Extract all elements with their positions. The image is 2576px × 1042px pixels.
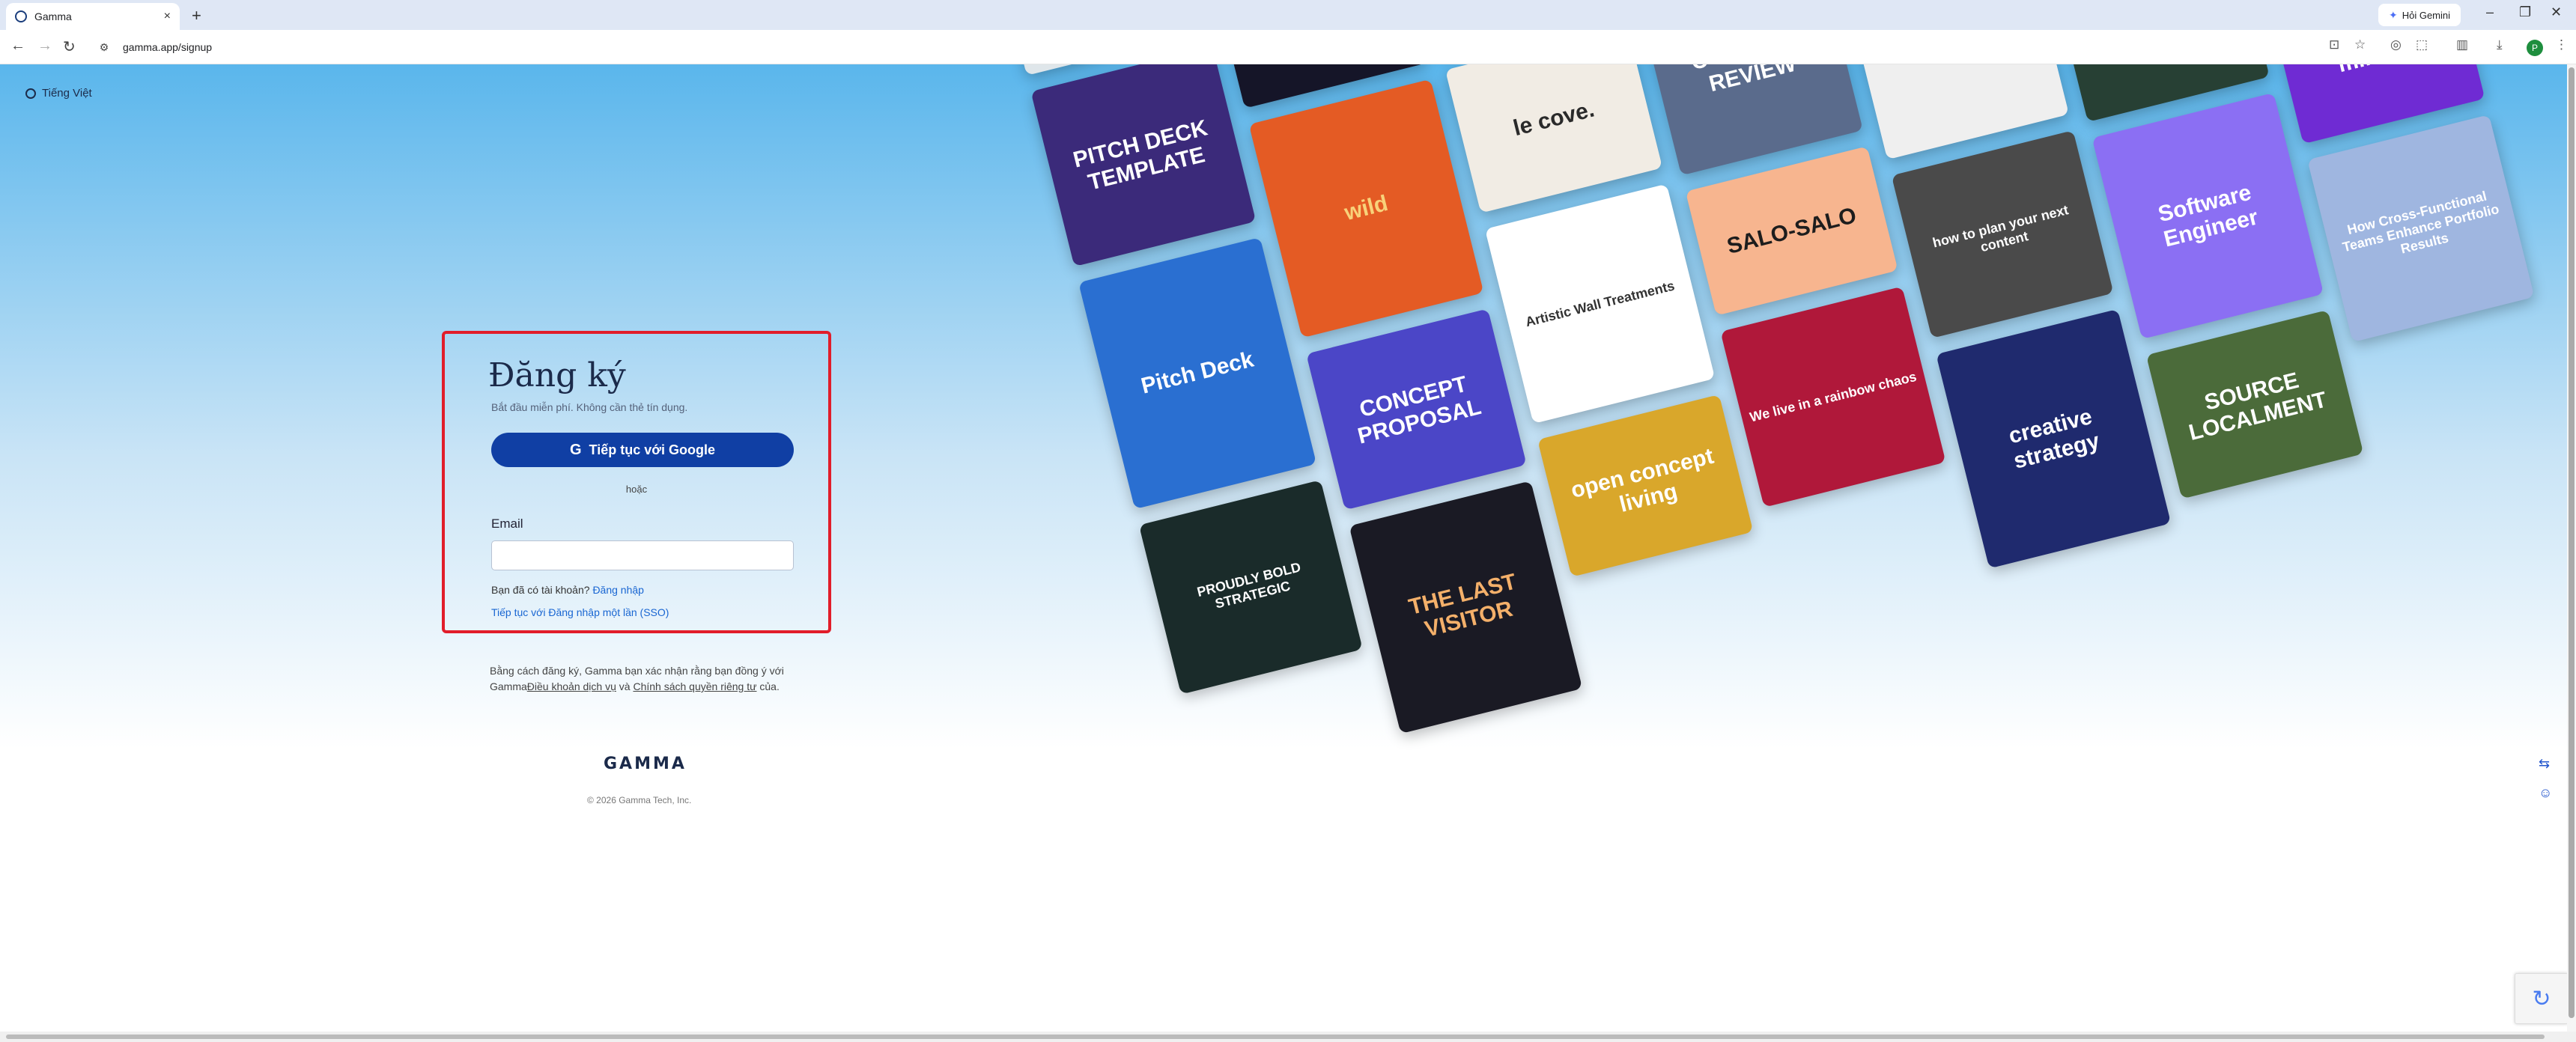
template-card: Pitch Deck [1078,237,1317,510]
address-bar[interactable]: ⚙ gamma.app/signup [88,34,2320,60]
email-label: Email [491,517,523,531]
install-app-icon[interactable]: ⊡ [2329,37,2339,52]
template-card: le cove. [1445,64,1663,213]
or-divider: hoặc [625,484,648,495]
page-subtitle: Bắt đầu miễn phí. Không cần thẻ tín dụng… [491,401,688,413]
have-account-text: Bạn đã có tài khoản? [491,584,590,596]
template-card: PROUDLY BOLD STRATEGIC [1138,480,1363,695]
browser-tab[interactable]: Gamma × [6,3,180,30]
recaptcha-badge[interactable]: ↻ [2515,973,2569,1024]
template-card-title: Artistic Wall Treatments [1523,277,1677,329]
template-card: SOURCE LOCALMENT [2145,309,2364,499]
vertical-scroll-thumb[interactable] [2569,67,2575,1018]
login-prompt: Bạn đã có tài khoản? Đăng nhập [491,584,644,596]
gamma-favicon-icon [15,10,27,22]
camera-icon[interactable]: ◎ [2390,37,2402,52]
terms-suffix: của. [759,680,780,692]
close-tab-icon[interactable]: × [164,10,171,23]
template-card: creative strategy [1936,308,2172,569]
template-card-title: CURATED COMFORT [1861,64,2041,73]
bookmark-star-icon[interactable]: ☆ [2354,37,2366,52]
browser-toolbar: ← → ↻ ⚙ gamma.app/signup ⊡ ☆ ◎ ⬚ ▥ ⤓ P ⋮ [0,30,2576,64]
horizontal-scroll-thumb[interactable] [6,1035,2545,1039]
download-icon[interactable]: ⤓ [2497,37,2503,52]
browser-tabbar: Gamma × + ✦ Hỏi Gemini – ❐ ✕ [0,0,2576,30]
template-card-title: mindful [2336,64,2420,78]
signup-page: Tiếng Việt 3D MODELINGINSIDEdesign brief… [0,64,2576,1042]
template-card: THE LAST VISITOR [1349,481,1583,734]
profile-avatar[interactable]: P [2527,40,2543,56]
minimize-icon[interactable]: – [2486,4,2494,20]
globe-icon [25,88,36,99]
tab-title: Gamma [34,10,72,22]
template-card-title: le cove. [1510,97,1597,141]
template-card-title: We live in a rainbow chaos [1748,368,1919,425]
template-card-title: creative strategy [2005,403,2102,474]
extensions-icon[interactable]: ⬚ [2416,37,2428,52]
url-text: gamma.app/signup [123,41,213,53]
template-card-title: How Cross-Functional Teams Enhance Portf… [2341,188,2501,257]
menu-kebab-icon[interactable]: ⋮ [2555,37,2568,52]
maximize-icon[interactable]: ❐ [2519,4,2531,20]
email-field[interactable] [491,540,794,570]
template-card: We live in a rainbow chaos [1720,286,1946,508]
site-info-icon[interactable]: ⚙ [96,39,112,55]
template-card-title: open concept living [1568,443,1716,517]
template-card-title: how to plan your next content [1931,202,2071,255]
language-label: Tiếng Việt [42,87,92,100]
horizontal-scrollbar[interactable] [0,1032,2576,1042]
copyright: © 2026 Gamma Tech, Inc. [587,795,692,805]
template-card-title: PROUDLY BOLD STRATEGIC [1195,558,1303,612]
template-card-title: SALO-SALO [1724,202,1859,259]
template-card: SALO-SALO [1685,146,1898,316]
back-icon[interactable]: ← [10,37,25,55]
terms-and: và [619,680,631,692]
reload-icon[interactable]: ↻ [63,37,76,56]
ask-gemini-label: Hỏi Gemini [2402,9,2451,21]
login-link[interactable]: Đăng nhập [592,584,644,596]
template-card: open concept living [1537,394,1754,577]
forward-icon[interactable]: → [37,37,52,55]
template-card-title: wild [1342,190,1391,226]
gemini-spark-icon: ✦ [2388,8,2398,21]
template-card-title: COMPANY REVIEW [1689,64,1805,97]
template-card-title: PITCH DECK TEMPLATE [1070,115,1210,195]
template-card-title: new podcast alert [2071,64,2250,70]
ask-gemini-button[interactable]: ✦ Hỏi Gemini [2378,4,2461,26]
continue-with-google-button[interactable]: G Tiếp tục với Google [491,433,794,467]
template-card: Software Engineer [2092,92,2324,340]
template-card: CONCEPT PROPOSAL [1306,308,1527,511]
template-card: how to plan your next content [1891,130,2114,338]
side-panel-icon[interactable]: ▥ [2456,37,2468,52]
close-window-icon[interactable]: ✕ [2551,4,2562,20]
google-button-label: Tiếp tục với Google [589,442,716,457]
template-card: Artistic Wall Treatments [1484,183,1716,424]
terms-notice: Bằng cách đăng ký, Gamma bạn xác nhận rằ… [490,663,804,695]
google-icon: G [569,441,582,458]
template-card: wild [1248,79,1484,338]
vertical-scrollbar[interactable] [2567,64,2576,1032]
template-card-title: Pitch Deck [1138,347,1257,399]
privacy-policy-link[interactable]: Chính sách quyền riêng tư [633,680,756,692]
sso-link[interactable]: Tiếp tục với Đăng nhập một lần (SSO) [491,606,669,618]
new-tab-button[interactable]: + [192,6,201,25]
template-card-title: Software Engineer [2155,180,2261,252]
signup-card: Đăng ký Bắt đầu miễn phí. Không cần thẻ … [442,331,831,633]
assistant-icon[interactable]: ☺ [2539,785,2552,801]
page-title: Đăng ký [488,356,626,394]
side-tools: ⇆ ☺ [2539,756,2552,801]
template-card-title: THE LAST VISITOR [1406,569,1519,642]
template-card-title: CONCEPT PROPOSAL [1355,371,1484,449]
template-card: How Cross-Functional Teams Enhance Portf… [2307,115,2535,343]
language-selector[interactable]: Tiếng Việt [25,87,92,100]
template-card: PITCH DECK TEMPLATE [1030,64,1257,267]
gamma-logo: GAMMA [604,755,687,773]
template-collage: 3D MODELINGINSIDEdesign briefKüstenruhey… [996,64,2576,1041]
template-card-title: SOURCE LOCALMENT [2186,368,2330,446]
terms-of-service-link[interactable]: Điều khoản dịch vụ [527,680,616,692]
translate-icon[interactable]: ⇆ [2539,756,2552,772]
